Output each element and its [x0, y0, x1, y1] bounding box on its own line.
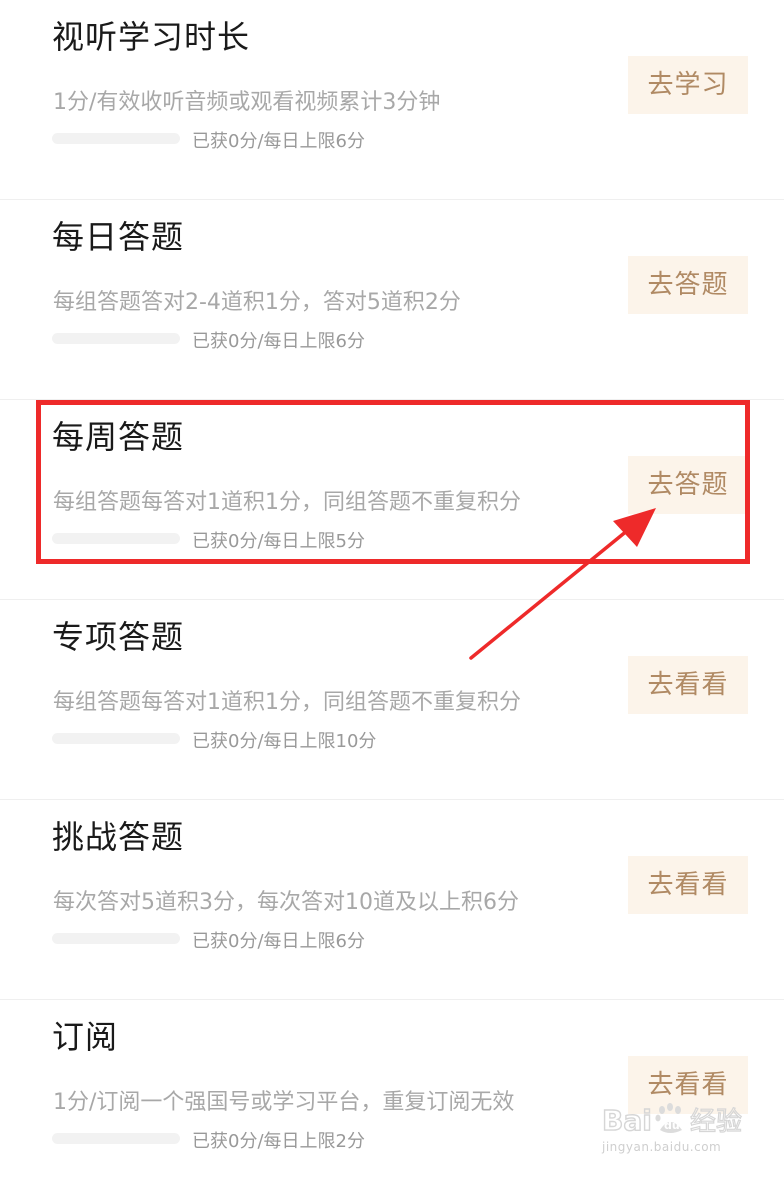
- task-progress-bar: [52, 533, 180, 544]
- task-title: 视听学习时长: [52, 18, 251, 56]
- task-item-daily-quiz: 每日答题 每组答题答对2-4道积1分，答对5道积2分 已获0分/每日上限6分 去…: [0, 200, 784, 400]
- task-item-video-study: 视听学习时长 1分/有效收听音频或观看视频累计3分钟 已获0分/每日上限6分 去…: [0, 0, 784, 200]
- task-item-challenge-quiz: 挑战答题 每次答对5道积3分，每次答对10道及以上积6分 已获0分/每日上限6分…: [0, 800, 784, 1000]
- go-quiz-button[interactable]: 去答题: [628, 256, 748, 314]
- task-progress-text: 已获0分/每日上限5分: [192, 531, 365, 552]
- task-progress-text: 已获0分/每日上限6分: [192, 931, 365, 952]
- task-description: 每次答对5道积3分，每次答对10道及以上积6分: [53, 890, 519, 915]
- task-description: 1分/订阅一个强国号或学习平台，重复订阅无效: [53, 1090, 515, 1115]
- task-list: 视听学习时长 1分/有效收听音频或观看视频累计3分钟 已获0分/每日上限6分 去…: [0, 0, 784, 1200]
- task-title: 专项答题: [52, 618, 185, 656]
- task-title: 每周答题: [52, 418, 185, 456]
- go-look-button[interactable]: 去看看: [628, 656, 748, 714]
- task-progress-text: 已获0分/每日上限6分: [192, 131, 365, 152]
- task-progress-text: 已获0分/每日上限2分: [192, 1131, 365, 1152]
- task-progress-bar: [52, 933, 180, 944]
- task-progress-text: 已获0分/每日上限10分: [192, 731, 377, 752]
- task-progress-bar: [52, 333, 180, 344]
- go-weekly-quiz-button[interactable]: 去答题: [628, 456, 748, 514]
- task-item-subscribe: 订阅 1分/订阅一个强国号或学习平台，重复订阅无效 已获0分/每日上限2分 去看…: [0, 1000, 784, 1200]
- task-title: 每日答题: [52, 218, 185, 256]
- go-challenge-button[interactable]: 去看看: [628, 856, 748, 914]
- task-progress-bar: [52, 133, 180, 144]
- task-item-special-quiz: 专项答题 每组答题每答对1道积1分，同组答题不重复积分 已获0分/每日上限10分…: [0, 600, 784, 800]
- task-description: 每组答题答对2-4道积1分，答对5道积2分: [53, 290, 461, 315]
- task-title: 订阅: [52, 1018, 119, 1056]
- task-progress-text: 已获0分/每日上限6分: [192, 331, 365, 352]
- task-description: 1分/有效收听音频或观看视频累计3分钟: [53, 90, 441, 115]
- task-description: 每组答题每答对1道积1分，同组答题不重复积分: [53, 490, 521, 515]
- task-progress-bar: [52, 1133, 180, 1144]
- task-description: 每组答题每答对1道积1分，同组答题不重复积分: [53, 690, 521, 715]
- task-title: 挑战答题: [52, 818, 185, 856]
- go-subscribe-button[interactable]: 去看看: [628, 1056, 748, 1114]
- task-progress-bar: [52, 733, 180, 744]
- task-item-weekly-quiz: 每周答题 每组答题每答对1道积1分，同组答题不重复积分 已获0分/每日上限5分 …: [0, 400, 784, 600]
- go-study-button[interactable]: 去学习: [628, 56, 748, 114]
